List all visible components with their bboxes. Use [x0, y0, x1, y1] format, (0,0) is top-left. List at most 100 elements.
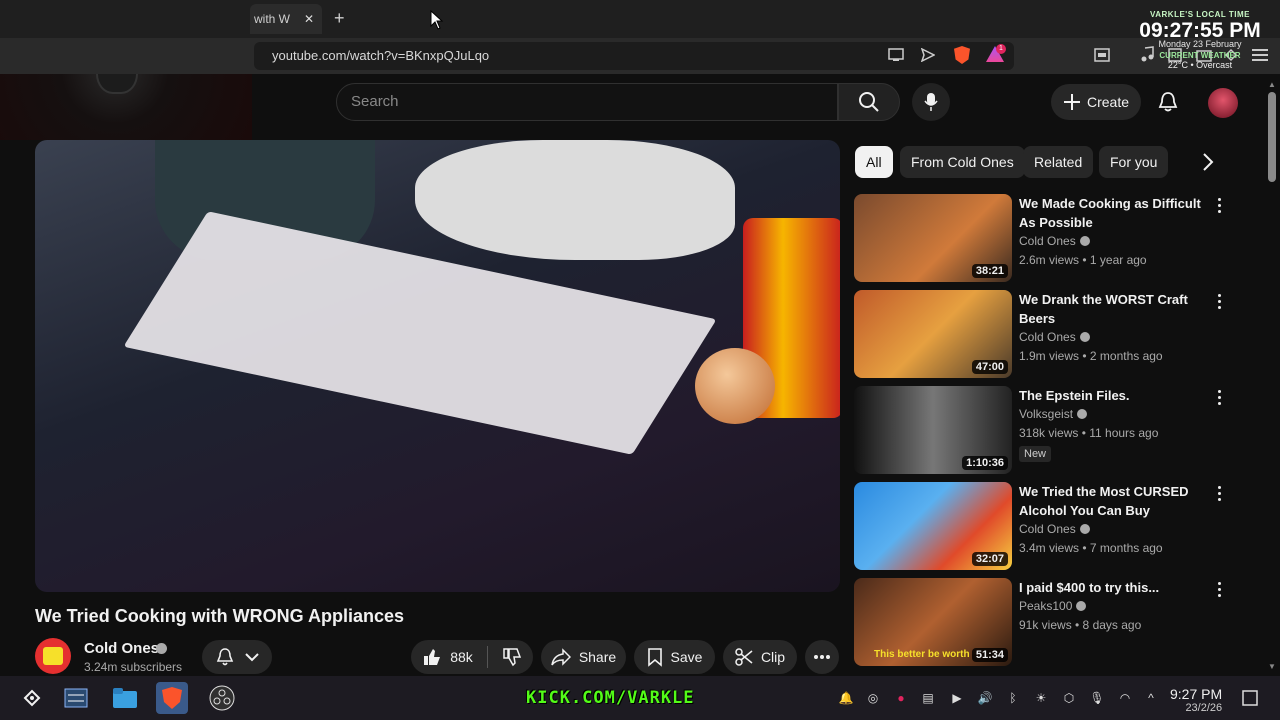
recommendation-item[interactable]: This better be worth 51:34 I paid $400 t…	[854, 578, 1244, 668]
recommendation-title[interactable]: I paid $400 to try this...	[1019, 578, 1219, 597]
recommendation-title[interactable]: We Tried the Most CURSED Alcohol You Can…	[1019, 482, 1219, 520]
create-label: Create	[1086, 94, 1130, 110]
obs-icon[interactable]	[206, 682, 238, 714]
recommendation-channel[interactable]: Cold Ones	[1019, 234, 1090, 248]
recommendation-channel[interactable]: Cold Ones	[1019, 522, 1090, 536]
like-icon[interactable]	[422, 647, 442, 667]
clip-button[interactable]: Clip	[723, 640, 797, 674]
chevron-right-icon[interactable]	[1198, 150, 1218, 174]
recommendation-item[interactable]: 32:07 We Tried the Most CURSED Alcohol Y…	[854, 482, 1244, 572]
save-label: Save	[670, 649, 703, 665]
brightness-tray-icon[interactable]: ☀	[1033, 690, 1049, 706]
more-vertical-icon[interactable]	[1218, 582, 1222, 597]
microphone-tray-icon[interactable]: 🎙	[1089, 690, 1105, 706]
video-thumbnail[interactable]: 1:10:36	[854, 386, 1012, 474]
verified-icon	[1079, 236, 1090, 246]
system-settings-icon[interactable]	[60, 682, 92, 714]
subscribed-button[interactable]	[202, 640, 272, 674]
clipboard-tray-icon[interactable]: ▤	[920, 690, 936, 706]
video-thumbnail[interactable]: 47:00	[854, 290, 1012, 378]
scroll-up-arrow[interactable]: ▲	[1268, 80, 1276, 89]
video-player[interactable]	[35, 140, 840, 592]
recommendation-item[interactable]: 1:10:36 The Epstein Files. Volksgeist 31…	[854, 386, 1244, 476]
recommendation-meta: 318k views • 11 hours ago	[1019, 426, 1159, 440]
new-tab-button[interactable]: +	[334, 8, 345, 29]
cast-icon[interactable]	[888, 48, 904, 62]
scroll-down-arrow[interactable]: ▼	[1268, 662, 1276, 671]
recommendation-item[interactable]: 47:00 We Drank the WORST Craft Beers Col…	[854, 290, 1244, 380]
file-manager-icon[interactable]	[109, 682, 141, 714]
bluetooth-tray-icon[interactable]: ᛒ	[1005, 690, 1021, 706]
verified-icon	[1079, 332, 1090, 342]
share-label: Share	[578, 649, 617, 665]
verified-icon	[156, 643, 167, 654]
recommendation-meta: 2.6m views • 1 year ago	[1019, 253, 1147, 267]
browser-tab-bar	[0, 0, 1280, 38]
recommendation-title[interactable]: The Epstein Files.	[1019, 386, 1219, 405]
notifications-bell-icon[interactable]	[1156, 90, 1180, 114]
url-text[interactable]: youtube.com/watch?v=BKnxpQJuLqo	[272, 48, 489, 63]
duration-badge: 51:34	[971, 648, 1008, 662]
send-icon[interactable]	[921, 48, 935, 62]
more-vertical-icon[interactable]	[1218, 198, 1222, 213]
media-player-tray-icon[interactable]: ▶	[949, 690, 965, 706]
show-hidden-icons-icon[interactable]: ^	[1143, 690, 1159, 706]
wifi-tray-icon[interactable]: ◠	[1117, 690, 1133, 706]
channel-avatar[interactable]	[35, 638, 71, 674]
account-avatar[interactable]	[1208, 88, 1238, 118]
like-count[interactable]: 88k	[450, 649, 473, 665]
recommendation-title[interactable]: We Made Cooking as Difficult As Possible	[1019, 194, 1219, 232]
volume-tray-icon[interactable]: 🔊	[977, 690, 993, 706]
duration-badge: 38:21	[971, 264, 1008, 278]
microphone-icon	[924, 93, 938, 111]
more-horizontal-icon	[814, 655, 830, 659]
app-launcher-icon[interactable]	[16, 682, 48, 714]
brave-browser-icon[interactable]	[156, 682, 188, 714]
like-separator	[486, 646, 488, 668]
clip-label: Clip	[760, 649, 786, 665]
browser-tab[interactable]: with W ✕	[250, 4, 322, 34]
tab-close-icon[interactable]: ✕	[304, 12, 314, 26]
verified-icon	[1076, 601, 1087, 611]
video-thumbnail[interactable]: 32:07	[854, 482, 1012, 570]
chip-for-you[interactable]: For you	[1099, 146, 1169, 178]
recommendation-channel[interactable]: Peaks100	[1019, 599, 1087, 613]
chip-all[interactable]: All	[855, 146, 893, 178]
more-vertical-icon[interactable]	[1218, 390, 1222, 405]
channel-name[interactable]: Cold Ones	[84, 640, 159, 657]
recommendation-meta: 3.4m views • 7 months ago	[1019, 541, 1163, 555]
chip-from-cold-ones[interactable]: From Cold Ones	[900, 146, 1025, 178]
show-desktop-icon[interactable]	[1242, 690, 1258, 706]
recommendation-channel[interactable]: Cold Ones	[1019, 330, 1090, 344]
dislike-icon[interactable]	[502, 647, 522, 667]
video-thumbnail[interactable]: This better be worth 51:34	[854, 578, 1012, 666]
reader-mode-icon[interactable]	[1094, 48, 1110, 62]
obs-tray-icon[interactable]: ◎	[865, 690, 881, 706]
more-vertical-icon[interactable]	[1218, 486, 1222, 501]
more-actions-button[interactable]	[805, 640, 839, 674]
create-button[interactable]: Create	[1051, 84, 1141, 120]
notification-tray-icon[interactable]: 🔔	[838, 690, 854, 706]
recommendation-item[interactable]: 38:21 We Made Cooking as Difficult As Po…	[854, 194, 1244, 284]
search-button[interactable]	[838, 83, 900, 121]
more-vertical-icon[interactable]	[1218, 294, 1222, 309]
voice-search-button[interactable]	[912, 83, 950, 121]
security-tray-icon[interactable]: ⬡	[1061, 690, 1077, 706]
save-button[interactable]: Save	[634, 640, 715, 674]
rewards-badge: 1	[996, 44, 1006, 54]
scrollbar-thumb[interactable]	[1268, 92, 1276, 182]
video-scene-egg	[695, 348, 775, 424]
share-button[interactable]: Share	[541, 640, 626, 674]
recommendation-channel[interactable]: Volksgeist	[1019, 407, 1088, 421]
chip-related[interactable]: Related	[1023, 146, 1094, 178]
scissors-icon	[735, 648, 753, 666]
verified-icon	[1079, 524, 1090, 534]
taskbar-clock[interactable]: 9:27 PM 23/2/26	[1170, 686, 1222, 714]
search-input[interactable]: Search	[336, 83, 838, 121]
video-thumbnail[interactable]: 38:21	[854, 194, 1012, 282]
plus-icon	[1063, 94, 1080, 110]
bookmark-icon	[647, 648, 662, 667]
recommendation-title[interactable]: We Drank the WORST Craft Beers	[1019, 290, 1219, 328]
recording-tray-icon[interactable]: ●	[893, 690, 909, 706]
recommendation-meta: 91k views • 8 days ago	[1019, 618, 1142, 632]
